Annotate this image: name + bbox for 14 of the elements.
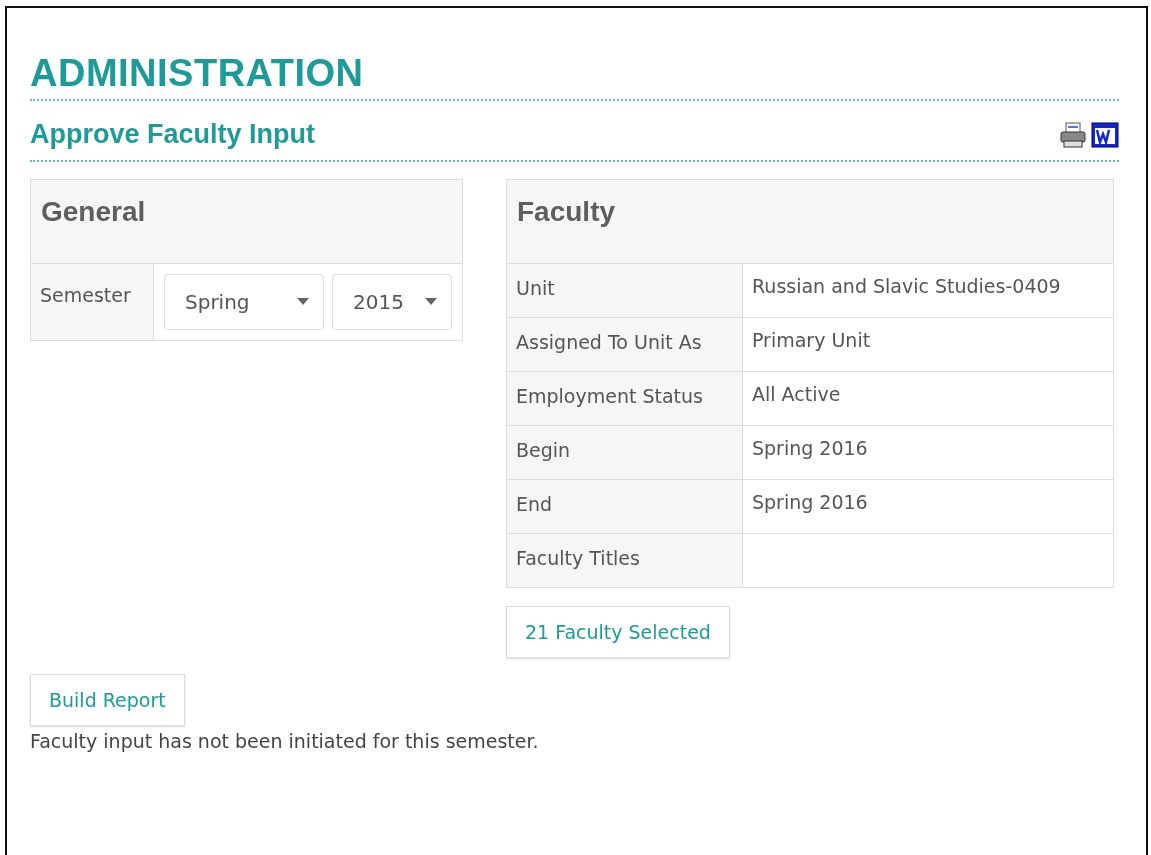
status-message: Faculty input has not been initiated for this semester. [30,730,540,752]
caret-icon [425,298,437,306]
word-document-icon[interactable] [1091,121,1119,148]
table-cell: Spring 2016 [743,426,1113,479]
caret-icon [297,298,309,306]
semester-select[interactable]: Spring [164,274,324,330]
table-cell: Primary Unit [743,318,1113,371]
printer-icon[interactable] [1059,121,1087,148]
page-title: ADMINISTRATION [30,52,1119,101]
section-title: Approve Faculty Input [30,119,316,150]
table-cell: Spring 2016 [743,480,1113,533]
table-cell: All Active [743,372,1113,425]
semester-select[interactable]: 2015 [332,274,452,330]
table-cell: Russian and Slavic Studies-0409 [743,264,1113,317]
